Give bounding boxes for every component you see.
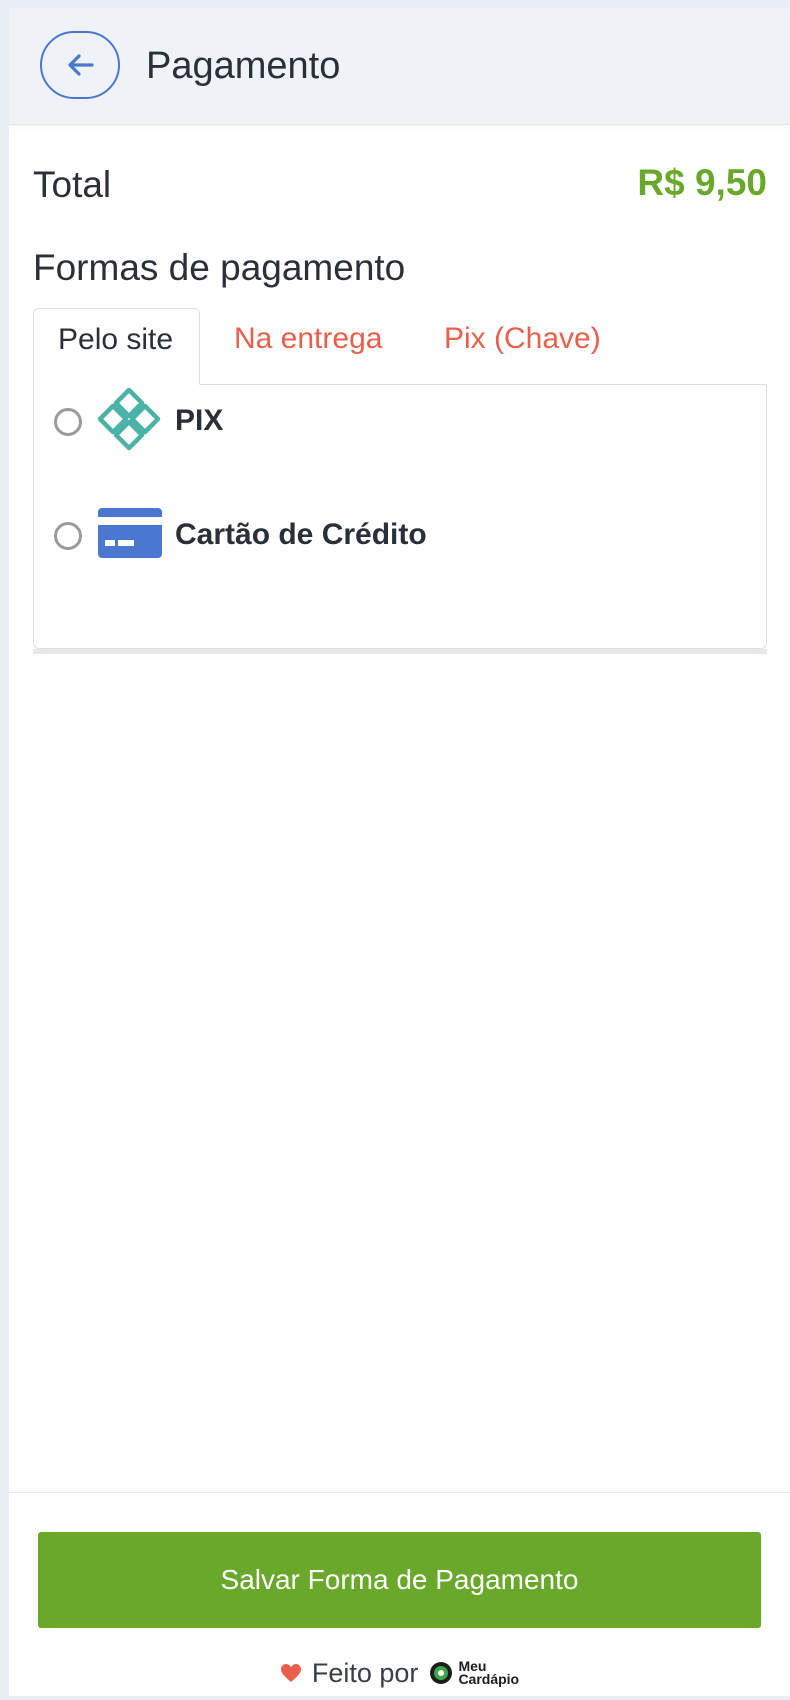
credit-card-label: Cartão de Crédito — [175, 518, 427, 551]
back-button[interactable] — [40, 31, 120, 99]
page-title: Pagamento — [146, 45, 341, 87]
meu-cardapio-logo-icon — [430, 1662, 453, 1684]
tab-na-entrega[interactable]: Na entrega — [210, 308, 406, 384]
arrow-left-icon — [68, 54, 94, 76]
save-payment-button[interactable]: Salvar Forma de Pagamento — [38, 1532, 761, 1628]
bottom-bar: Salvar Forma de Pagamento Feito por Meu … — [9, 1492, 790, 1696]
payment-tabs: Pelo site Na entrega Pix (Chave) — [33, 308, 767, 385]
made-by-text: Feito por — [311, 1657, 419, 1688]
credit-card-radio[interactable] — [54, 522, 82, 550]
brand-logo-link[interactable]: Meu Cardápio — [428, 1659, 520, 1687]
payment-section-title: Formas de pagamento — [33, 247, 406, 288]
panel-divider — [33, 649, 767, 654]
payment-option-pix[interactable]: PIX — [54, 386, 654, 458]
app-frame: Pagamento Total R$ 9,50 Formas de pagame… — [9, 8, 790, 1696]
pix-label: PIX — [175, 404, 224, 437]
pix-radio[interactable] — [54, 408, 82, 436]
made-by-footer: Feito por Meu Cardápio — [9, 1655, 790, 1691]
total-value: R$ 9,50 — [637, 162, 767, 203]
pix-icon — [97, 387, 161, 451]
total-row: Total R$ 9,50 — [33, 160, 767, 216]
credit-card-icon — [98, 508, 162, 558]
header: Pagamento — [9, 8, 790, 125]
tab-pix-chave[interactable]: Pix (Chave) — [420, 308, 625, 384]
total-label: Total — [33, 164, 112, 205]
brand-text: Meu Cardápio — [458, 1659, 520, 1687]
tab-pelo-site[interactable]: Pelo site — [33, 308, 200, 385]
heart-icon — [280, 1664, 301, 1682]
brand-line2: Cardápio — [458, 1671, 520, 1687]
payment-option-credit-card[interactable]: Cartão de Crédito — [54, 500, 654, 572]
